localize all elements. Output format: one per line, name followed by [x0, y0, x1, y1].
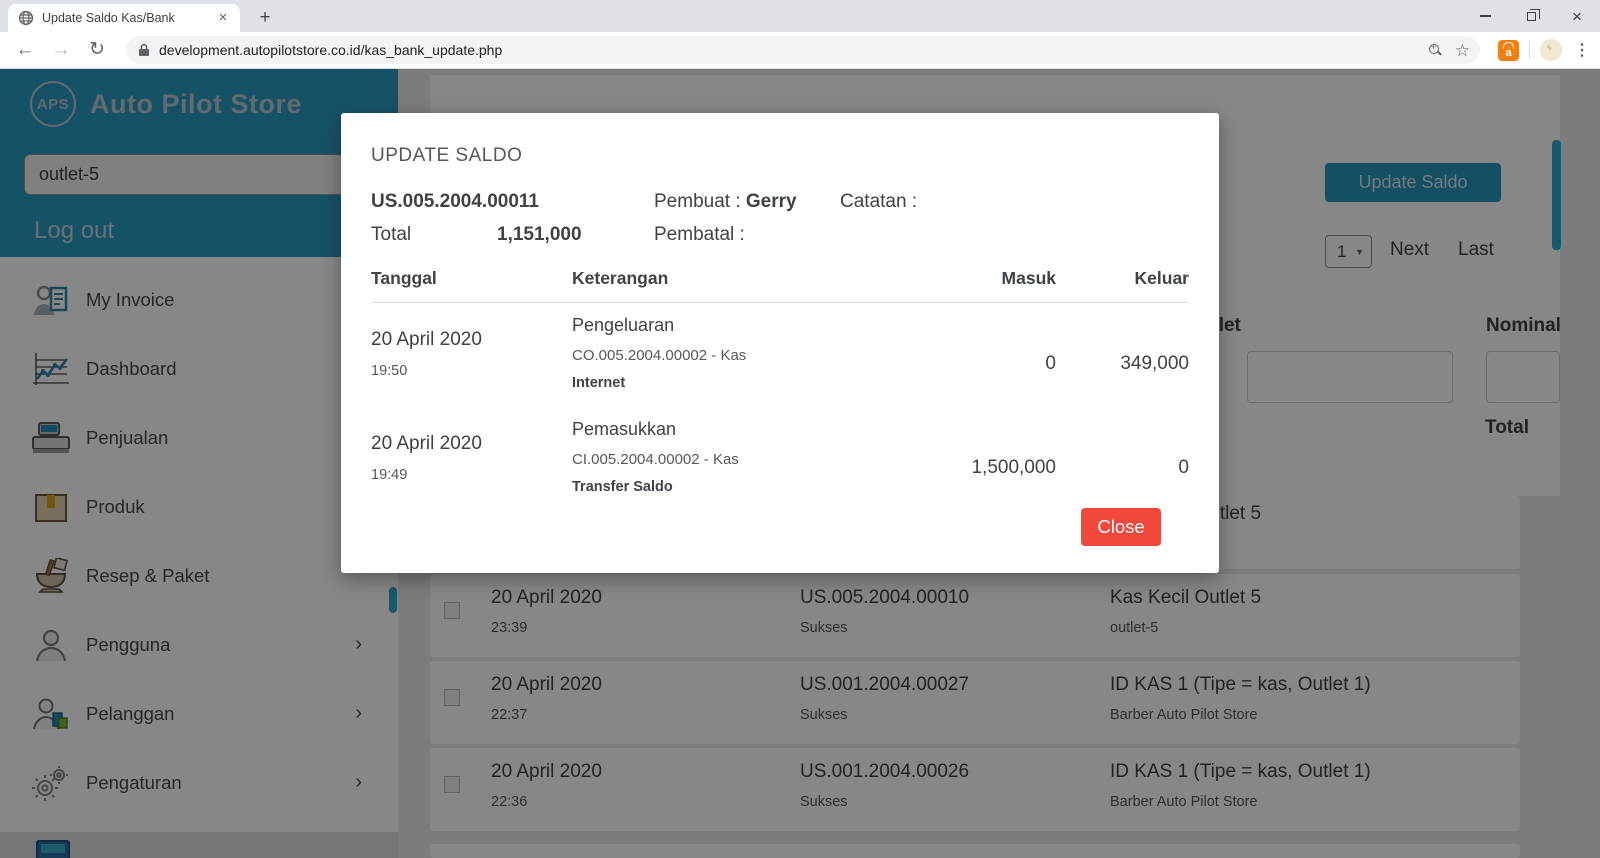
lock-icon — [138, 43, 150, 57]
pembuat-value: Gerry — [746, 191, 797, 212]
modal-close-button[interactable]: Close — [1081, 508, 1161, 546]
globe-favicon-icon — [18, 10, 34, 26]
window-restore-button[interactable] — [1508, 0, 1554, 32]
window-close-button[interactable]: × — [1554, 0, 1600, 32]
address-bar[interactable]: development.autopilotstore.co.id/kas_ban… — [126, 36, 1480, 64]
catatan-label: Catatan : — [840, 191, 917, 213]
modal-title: UPDATE SALDO — [371, 145, 522, 167]
modal-total-label: Total — [371, 224, 411, 246]
close-icon: × — [1572, 8, 1582, 25]
modal-table-header: Tanggal Keterangan Masuk Keluar — [371, 268, 1189, 303]
modal-table-row: 20 April 2020 19:49 Pemasukkan CI.005.20… — [371, 407, 1189, 511]
transaction-number: US.005.2004.00011 — [371, 191, 539, 213]
tab-close-icon[interactable]: × — [214, 9, 232, 27]
browser-toolbar: ← → ↻ development.autopilotstore.co.id/k… — [0, 32, 1600, 69]
col-masuk: Masuk — [906, 268, 1056, 289]
page-viewport: APS Auto Pilot Store Log out My Invoice … — [0, 69, 1600, 858]
back-button[interactable]: ← — [12, 37, 38, 63]
col-tanggal: Tanggal — [371, 268, 572, 289]
url-text[interactable]: development.autopilotstore.co.id/kas_ban… — [159, 42, 1415, 58]
extension-bag-icon[interactable]: a — [1498, 40, 1519, 61]
reload-button[interactable]: ↻ — [84, 37, 110, 63]
tab-title: Update Saldo Kas/Bank — [42, 11, 214, 25]
modal-table-row: 20 April 2020 19:50 Pengeluaran CO.005.2… — [371, 303, 1189, 407]
col-keterangan: Keterangan — [572, 268, 906, 289]
restore-icon — [1527, 12, 1536, 21]
modal-total-value: 1,151,000 — [497, 224, 582, 246]
window-controls: × — [1462, 0, 1600, 32]
toolbar-separator — [1529, 41, 1530, 59]
bookmark-star-icon[interactable]: ☆ — [1455, 42, 1470, 59]
minimize-icon — [1480, 15, 1491, 17]
browser-tabbar: Update Saldo Kas/Bank × + × — [0, 0, 1600, 32]
col-keluar: Keluar — [1056, 268, 1189, 289]
update-saldo-modal: UPDATE SALDO US.005.2004.00011 Pembuat :… — [341, 113, 1219, 573]
pembuat-line: Pembuat : Gerry — [654, 191, 797, 213]
modal-table: Tanggal Keterangan Masuk Keluar 20 April… — [371, 268, 1189, 511]
pembatal-label: Pembatal : — [654, 224, 745, 246]
zoom-icon[interactable] — [1429, 44, 1441, 56]
new-tab-button[interactable]: + — [252, 5, 278, 31]
forward-button[interactable]: → — [48, 37, 74, 63]
browser-tab[interactable]: Update Saldo Kas/Bank × — [8, 4, 240, 32]
browser-menu-kebab-icon[interactable]: ⋮ — [1574, 40, 1590, 60]
profile-avatar[interactable] — [1540, 39, 1562, 61]
window-minimize-button[interactable] — [1462, 0, 1508, 32]
